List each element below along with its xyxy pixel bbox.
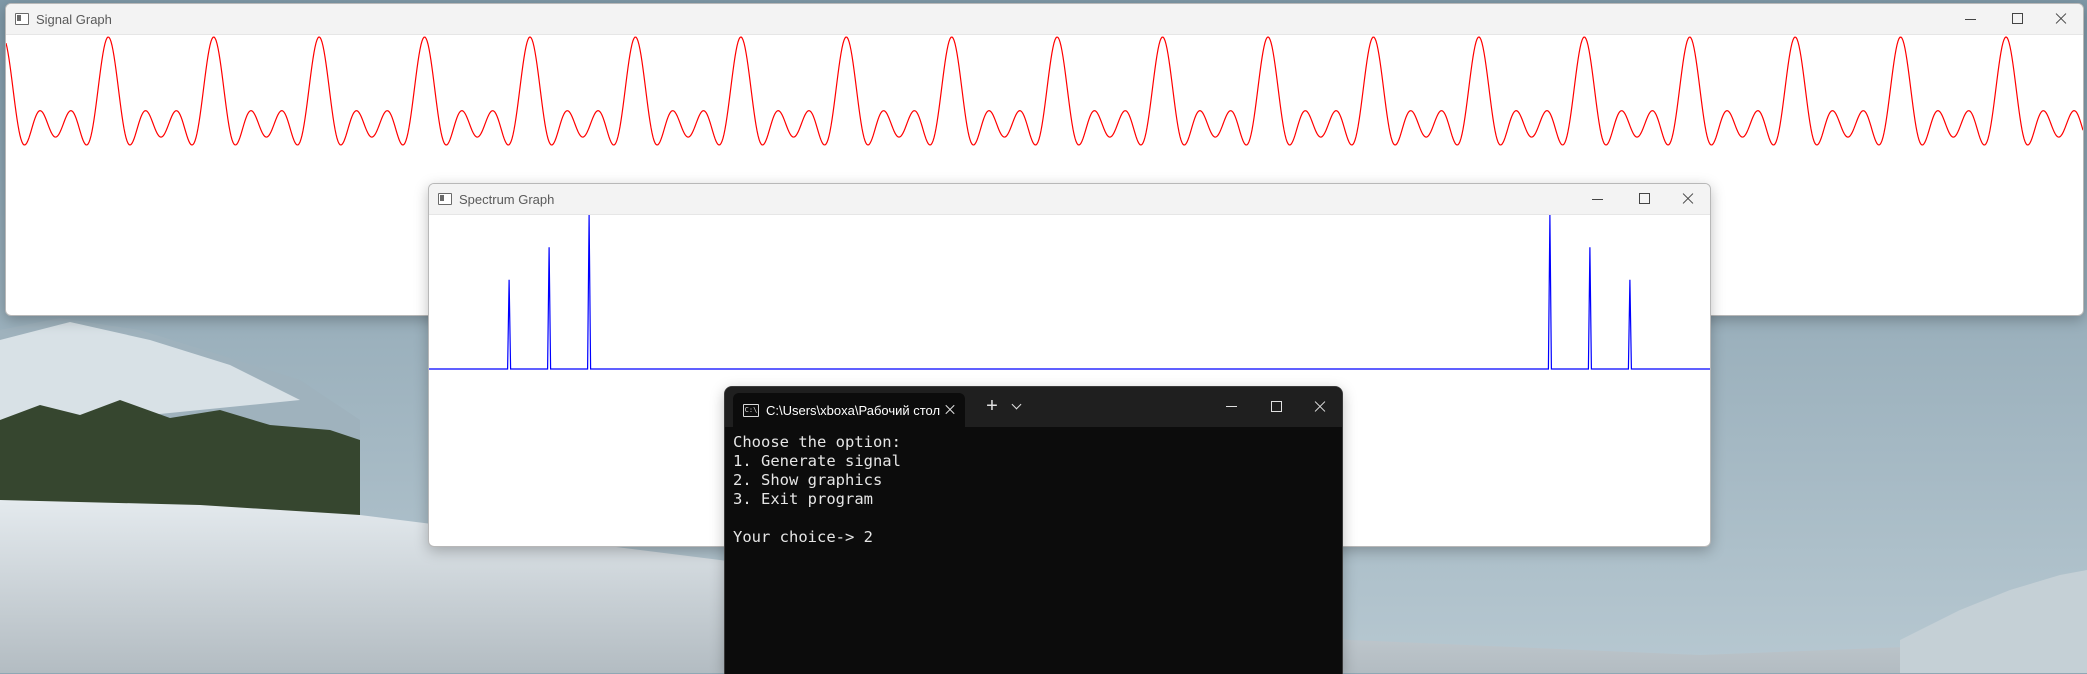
signal-line: [6, 36, 2083, 146]
terminal-line: 2. Show graphics: [733, 471, 883, 489]
terminal-tab-title: C:\Users\xboxa\Рабочий стол: [766, 403, 941, 418]
maximize-button[interactable]: [1624, 188, 1664, 210]
terminal-line: 3. Exit program: [733, 490, 873, 508]
signal-window-title: Signal Graph: [36, 12, 112, 27]
app-window-icon: [15, 13, 29, 25]
maximize-button[interactable]: [1997, 8, 2037, 30]
signal-title-bar[interactable]: Signal Graph: [6, 4, 2083, 35]
spectrum-title-bar[interactable]: Spectrum Graph: [429, 184, 1710, 215]
spectrum-window-title: Spectrum Graph: [459, 192, 555, 207]
close-tab-icon[interactable]: [941, 401, 959, 419]
close-button[interactable]: [1668, 188, 1708, 210]
new-tab-button[interactable]: +: [980, 394, 1004, 418]
spectrum-line: [429, 215, 1710, 370]
terminal-tab[interactable]: C:\ C:\Users\xboxa\Рабочий стол: [733, 393, 965, 427]
minimize-button[interactable]: [1210, 393, 1254, 421]
terminal-line: 1. Generate signal: [733, 452, 901, 470]
minimize-button[interactable]: [1578, 188, 1618, 210]
app-window-icon: [438, 193, 452, 205]
terminal-tab-bar[interactable]: C:\ C:\Users\xboxa\Рабочий стол +: [725, 387, 1342, 427]
terminal-window: C:\ C:\Users\xboxa\Рабочий стол + Choose…: [724, 386, 1343, 674]
minimize-button[interactable]: [1951, 8, 1991, 30]
close-button[interactable]: [1298, 393, 1342, 421]
terminal-output[interactable]: Choose the option: 1. Generate signal 2.…: [733, 433, 1334, 674]
chevron-down-icon[interactable]: [1005, 394, 1029, 418]
terminal-line: Choose the option:: [733, 433, 901, 451]
close-button[interactable]: [2041, 8, 2081, 30]
terminal-icon: C:\: [743, 404, 759, 417]
maximize-button[interactable]: [1254, 393, 1298, 421]
terminal-line: Your choice-> 2: [733, 528, 873, 546]
